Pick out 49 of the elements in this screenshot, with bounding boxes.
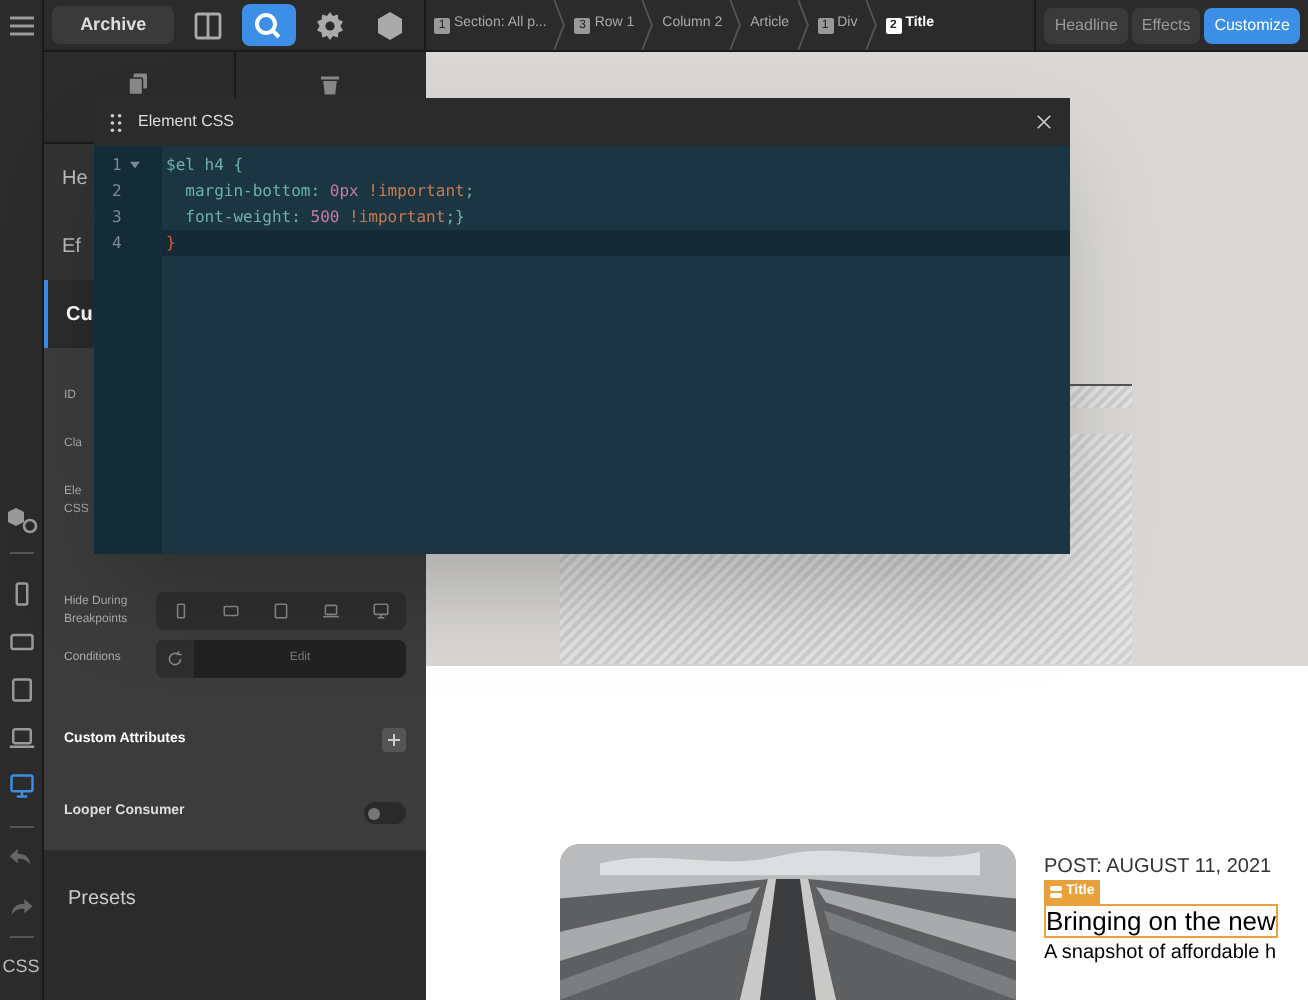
chevron-separator (865, 0, 878, 50)
code-line: $el h4 { (166, 153, 244, 177)
toggle-switch[interactable] (364, 802, 406, 824)
device-icon[interactable] (172, 602, 190, 620)
device-icon[interactable] (222, 602, 240, 620)
settings-icon (313, 9, 346, 41)
close-icon[interactable] (1034, 112, 1054, 132)
columns-icon (192, 9, 225, 41)
inspector-tab[interactable]: Effects (1131, 7, 1201, 43)
line-number: 2 (112, 179, 124, 203)
post-date: POST: AUGUST 11, 2021 (1044, 856, 1274, 880)
post-title: Bringing on the new (1044, 904, 1278, 938)
menu-icon[interactable] (5, 10, 37, 42)
plus-icon (386, 732, 402, 748)
chevron-separator (797, 0, 810, 50)
redo-icon[interactable] (8, 893, 34, 919)
add-button[interactable] (382, 728, 406, 752)
line-number: 3 (112, 205, 124, 229)
search-icon (252, 9, 285, 41)
archive-button[interactable]: Archive (52, 6, 175, 44)
device-icon[interactable] (7, 723, 35, 751)
device-icon[interactable] (272, 602, 290, 620)
device-icon[interactable] (7, 771, 35, 799)
css-label[interactable]: CSS (2, 953, 40, 980)
dialog-title: Element CSS (138, 110, 237, 134)
inspector-tab[interactable]: Customize (1204, 7, 1300, 43)
device-icon[interactable] (322, 602, 340, 620)
line-number: 4 (112, 231, 124, 255)
hexagon-icon (373, 9, 406, 41)
chevron-separator (554, 0, 567, 50)
trash-icon[interactable] (318, 72, 343, 96)
cubes-icon[interactable] (5, 503, 37, 535)
inspector-tab[interactable]: Headline (1044, 7, 1128, 43)
line-number: 1 (112, 153, 124, 177)
post-excerpt: A snapshot of affordable h (1044, 942, 1278, 966)
refresh-icon[interactable] (166, 650, 184, 668)
copy-icon[interactable] (126, 72, 151, 96)
device-icon[interactable] (372, 602, 390, 620)
device-icon[interactable] (7, 675, 35, 703)
undo-icon[interactable] (8, 843, 34, 869)
chevron-separator (642, 0, 655, 50)
toolbar-button[interactable] (242, 4, 296, 46)
chevron-separator (730, 0, 743, 50)
drag-handle-icon[interactable] (110, 113, 122, 131)
fold-icon[interactable] (130, 160, 140, 170)
code-line: font-weight: 500 !important;} (183, 205, 465, 229)
code-line: } (166, 231, 176, 255)
code-line: margin-bottom: 0px !important; (183, 179, 475, 203)
section-title: Presets (68, 888, 136, 910)
